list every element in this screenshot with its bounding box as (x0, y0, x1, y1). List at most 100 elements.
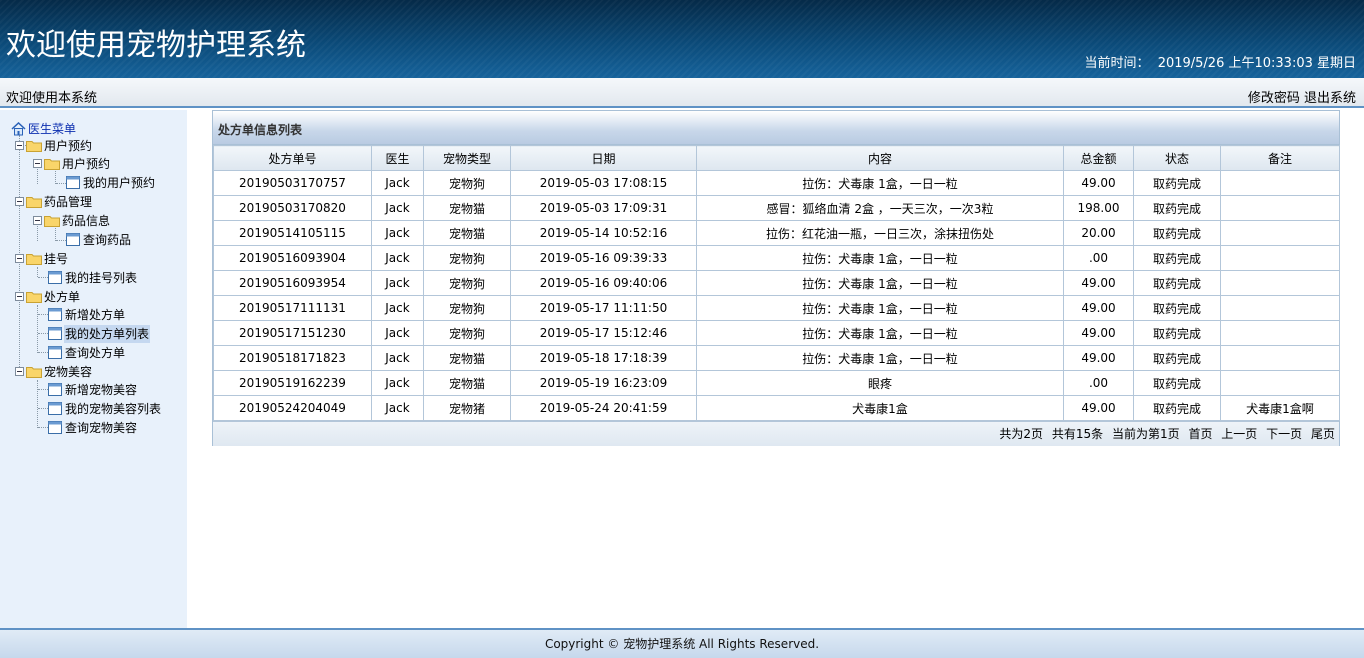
top-links: 修改密码 退出系统 (1248, 87, 1356, 106)
logout-link[interactable]: 退出系统 (1304, 91, 1356, 106)
menu-item-query-prescriptions[interactable]: 查询处方单 (48, 343, 126, 361)
cell: 拉伤：犬毒康 1盒，一日一粒 (696, 170, 1064, 196)
prev-page-link[interactable]: 上一页 (1221, 427, 1257, 441)
collapse-icon[interactable] (15, 367, 24, 376)
cell: 宠物狗 (423, 245, 511, 271)
menu-item-label: 新增处方单 (65, 307, 126, 322)
menu-group-medicine[interactable]: 药品管理 (15, 192, 93, 210)
cell: Jack (371, 345, 424, 371)
app-title: 欢迎使用宠物护理系统 (6, 28, 306, 63)
menu-item-label: 我的挂号列表 (65, 270, 138, 285)
copyright-text: Copyright © 宠物护理系统 All Rights Reserved. (544, 637, 820, 651)
cell: 2019-05-17 15:12:46 (510, 320, 697, 346)
tree-line (56, 183, 66, 184)
cell: 拉伤：红花油一瓶，一日三次，涂抹扭伤处 (696, 220, 1064, 246)
menu-item-new-prescription[interactable]: 新增处方单 (48, 305, 126, 323)
folder-icon (26, 253, 42, 265)
cell: 49.00 (1063, 395, 1134, 421)
cell: 2019-05-19 16:23:09 (510, 370, 697, 396)
collapse-icon[interactable] (33, 159, 42, 168)
last-page-link[interactable]: 尾页 (1311, 427, 1335, 441)
menu-item-label: 用户预约 (44, 138, 93, 153)
menu-root[interactable]: 医生菜单 (11, 119, 77, 137)
cell: 取药完成 (1133, 320, 1221, 346)
menu-item-label: 新增宠物美容 (65, 382, 138, 397)
menu-item-label: 药品管理 (44, 194, 93, 209)
table-row: 20190514105115 Jack 宠物猫 2019-05-14 10:52:16… (213, 220, 1340, 246)
cell (1220, 295, 1340, 321)
cell: 宠物狗 (423, 295, 511, 321)
table-row: 20190517111131 Jack 宠物狗 2019-05-17 11:11:50… (213, 295, 1340, 321)
menu-group-prescriptions[interactable]: 处方单 (15, 287, 81, 305)
menu-item-new-grooming[interactable]: 新增宠物美容 (48, 380, 138, 398)
cell: 宠物狗 (423, 170, 511, 196)
cell: 2019-05-03 17:09:31 (510, 195, 697, 221)
collapse-icon[interactable] (33, 216, 42, 225)
home-icon (11, 121, 26, 135)
menu-group-appointments[interactable]: 用户预约 (15, 136, 93, 154)
cell: 2019-05-17 11:11:50 (510, 295, 697, 321)
menu-item-my-appointments[interactable]: 我的用户预约 (66, 173, 156, 191)
cell: 20190516093954 (213, 270, 372, 296)
cell: 49.00 (1063, 345, 1134, 371)
menu-group-registration[interactable]: 挂号 (15, 249, 69, 267)
menu-item-my-prescriptions[interactable]: 我的处方单列表 (48, 324, 151, 343)
col-header: 内容 (696, 145, 1064, 171)
tree-line (56, 240, 66, 241)
cell: 宠物猫 (423, 220, 511, 246)
menu-item-my-grooming[interactable]: 我的宠物美容列表 (48, 399, 162, 417)
menu-item-label: 我的宠物美容列表 (65, 401, 162, 416)
cell: 20190518171823 (213, 345, 372, 371)
change-password-link[interactable]: 修改密码 (1248, 91, 1300, 106)
cell: 取药完成 (1133, 270, 1221, 296)
cell: 20190517111131 (213, 295, 372, 321)
cell: 取药完成 (1133, 245, 1221, 271)
cell: 取药完成 (1133, 220, 1221, 246)
cell: Jack (371, 320, 424, 346)
sidebar-menu: 医生菜单 用户预约 用户预约 我的用户预约 药品管理 药品信息 查询药品 挂号 … (0, 110, 187, 628)
collapse-icon[interactable] (15, 292, 24, 301)
menu-item-my-registrations[interactable]: 我的挂号列表 (48, 268, 138, 286)
menu-subgroup-medicine-info[interactable]: 药品信息 (33, 211, 111, 229)
menu-item-label: 用户预约 (62, 156, 111, 171)
first-page-link[interactable]: 首页 (1188, 427, 1212, 441)
menu-item-label: 处方单 (44, 289, 81, 304)
collapse-icon[interactable] (15, 254, 24, 263)
cell (1220, 220, 1340, 246)
cell: Jack (371, 270, 424, 296)
table-row: 20190524204049 Jack 宠物猪 2019-05-24 20:41:59… (213, 395, 1340, 421)
cell: 取药完成 (1133, 195, 1221, 221)
menu-item-query-grooming[interactable]: 查询宠物美容 (48, 418, 138, 436)
total-pages: 共为2页 (999, 427, 1044, 441)
cell: .00 (1063, 245, 1134, 271)
collapse-icon[interactable] (15, 141, 24, 150)
collapse-icon[interactable] (15, 197, 24, 206)
prescription-list-panel: 处方单信息列表 处方单号 医生 宠物类型 日期 内容 总金额 状态 备注 201… (212, 110, 1340, 446)
total-items: 共有15条 (1051, 427, 1104, 441)
page-icon (48, 346, 62, 359)
col-header: 状态 (1133, 145, 1221, 171)
cell (1220, 195, 1340, 221)
next-page-link[interactable]: 下一页 (1266, 427, 1302, 441)
page-icon (66, 176, 80, 189)
time-value: 2019/5/26 上午10:33:03 星期日 (1157, 56, 1356, 71)
cell: Jack (371, 295, 424, 321)
col-header: 日期 (510, 145, 697, 171)
menu-root-label: 医生菜单 (28, 121, 77, 136)
table-row: 20190516093904 Jack 宠物狗 2019-05-16 09:39:33… (213, 245, 1340, 271)
time-label: 当前时间： (1084, 56, 1150, 71)
menu-item-query-medicine[interactable]: 查询药品 (66, 230, 132, 248)
app-header: 欢迎使用宠物护理系统 当前时间： 2019/5/26 上午10:33:03 星期… (0, 0, 1364, 78)
cell (1220, 170, 1340, 196)
cell: 20190503170757 (213, 170, 372, 196)
table-row: 20190503170757 Jack 宠物狗 2019-05-03 17:08:15… (213, 170, 1340, 196)
cell: 2019-05-03 17:08:15 (510, 170, 697, 196)
cell: 犬毒康1盒 (696, 395, 1064, 421)
cell: 2019-05-14 10:52:16 (510, 220, 697, 246)
cell (1220, 370, 1340, 396)
cell: 宠物猪 (423, 395, 511, 421)
cell: 眼疼 (696, 370, 1064, 396)
cell (1220, 270, 1340, 296)
menu-group-grooming[interactable]: 宠物美容 (15, 362, 93, 380)
menu-subgroup-appointments[interactable]: 用户预约 (33, 154, 111, 172)
